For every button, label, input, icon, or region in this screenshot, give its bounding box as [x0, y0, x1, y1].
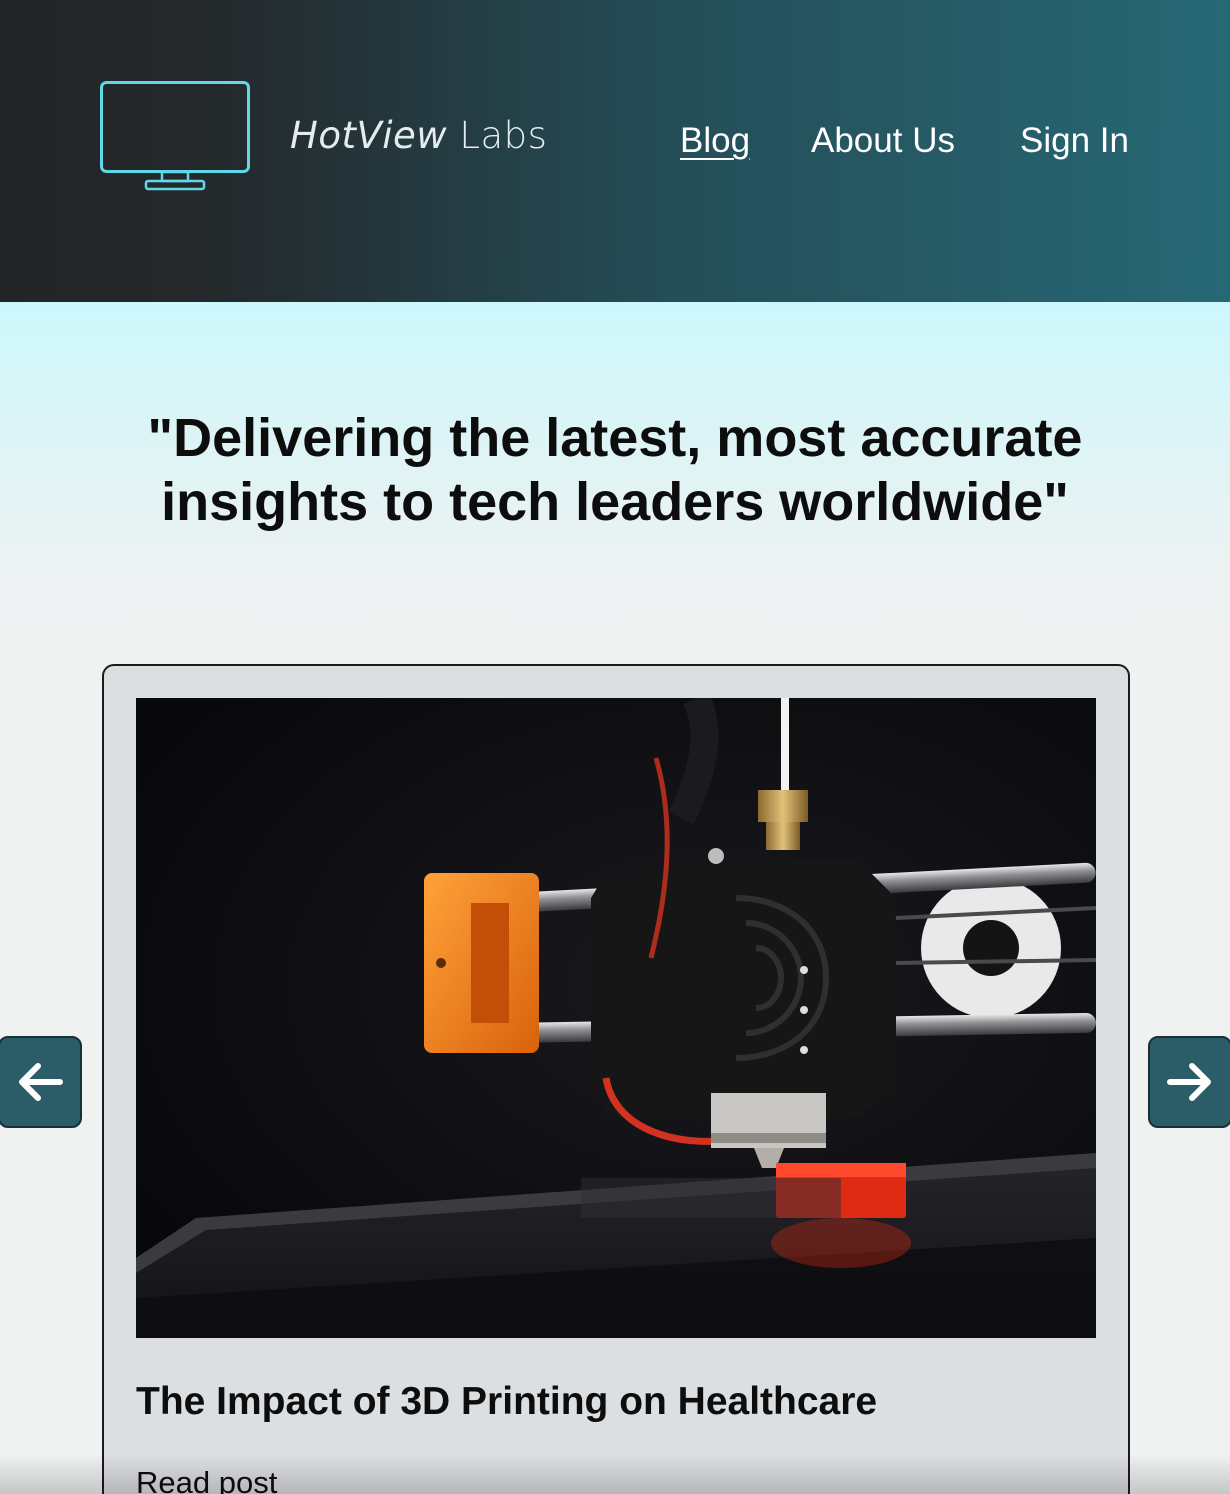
- brand-name-part2: Labs: [459, 114, 548, 157]
- post-title[interactable]: The Impact of 3D Printing on Healthcare: [136, 1380, 877, 1424]
- carousel-prev-button[interactable]: [0, 1036, 82, 1128]
- monitor-icon[interactable]: [100, 81, 250, 193]
- nav-signin-link[interactable]: Sign In: [1020, 121, 1129, 161]
- site-header: HotView Labs Blog About Us Sign In: [0, 0, 1230, 302]
- arrow-right-icon: [1167, 1063, 1211, 1101]
- hero-section: "Delivering the latest, most accurate in…: [0, 302, 1230, 632]
- 3d-printer-illustration: [136, 698, 1096, 1338]
- carousel-next-button[interactable]: [1148, 1036, 1230, 1128]
- brand-name-part1: HotView: [290, 114, 448, 157]
- post-image[interactable]: [136, 698, 1096, 1338]
- brand-name[interactable]: HotView Labs: [290, 114, 547, 157]
- arrow-left-icon: [19, 1063, 63, 1101]
- nav-about-link[interactable]: About Us: [811, 121, 955, 161]
- blog-post-card: The Impact of 3D Printing on Healthcare …: [102, 664, 1130, 1494]
- nav-blog-link[interactable]: Blog: [680, 121, 750, 161]
- read-post-link[interactable]: Read post: [136, 1465, 277, 1494]
- hero-tagline: "Delivering the latest, most accurate in…: [147, 408, 1083, 532]
